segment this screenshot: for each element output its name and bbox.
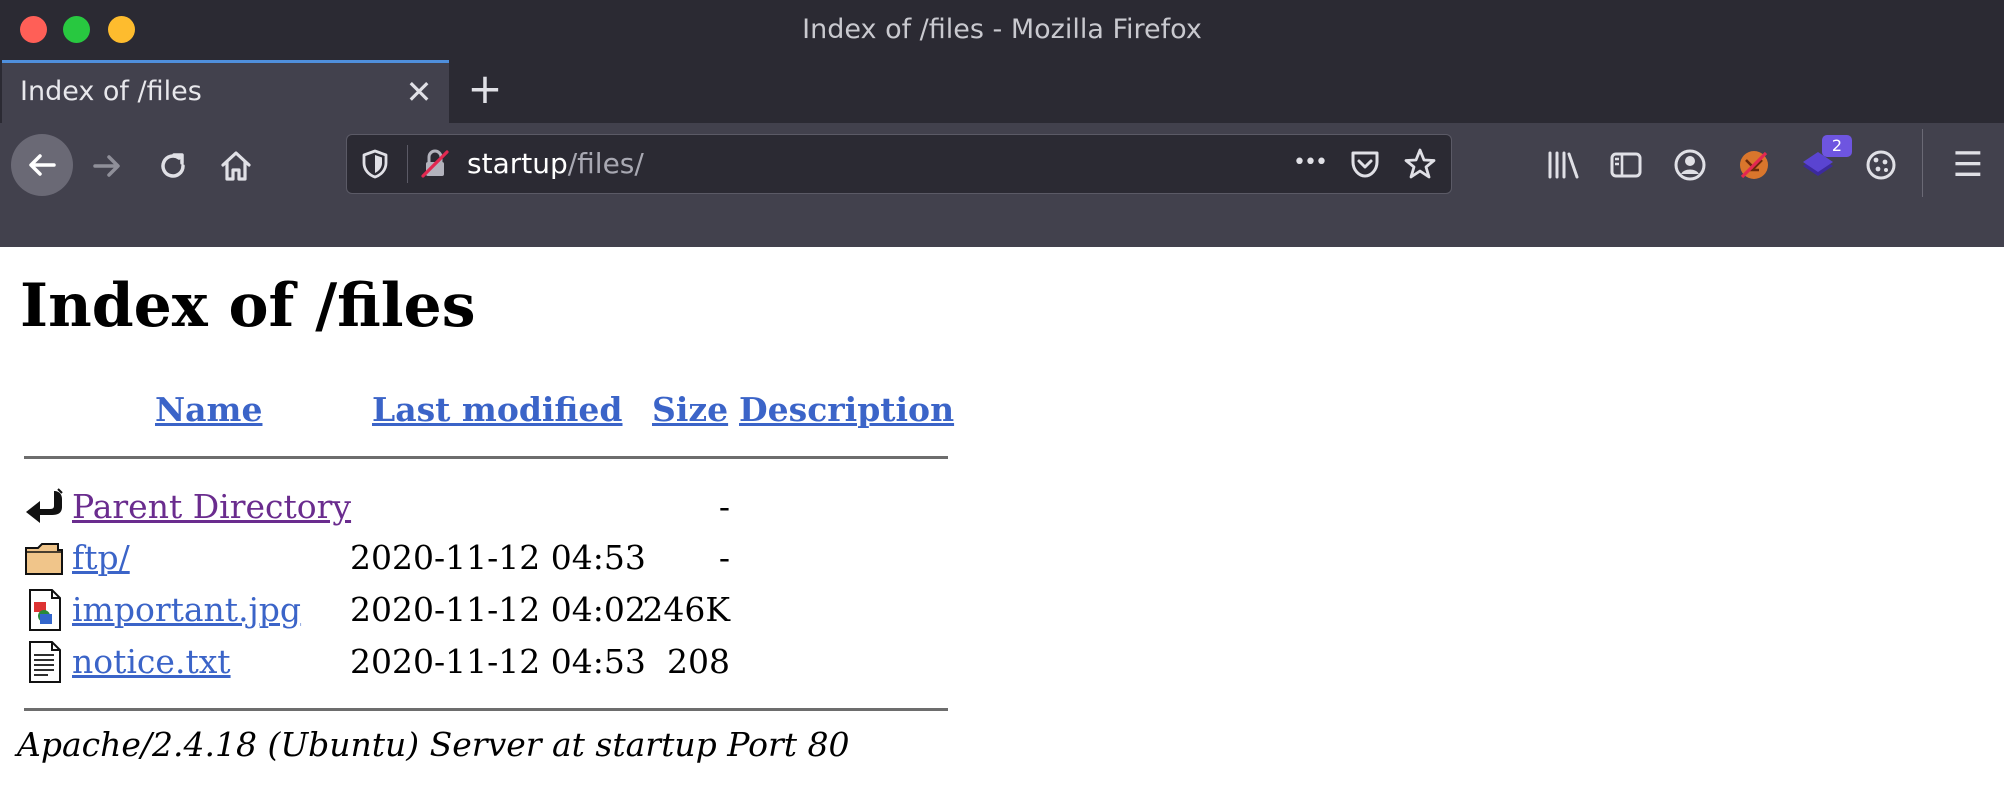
table-row: notice.txt 2020-11-12 04:53 208 [0, 638, 1000, 690]
pocket-icon[interactable] [1349, 149, 1381, 179]
url-path: /files/ [567, 147, 644, 180]
sidebar-icon[interactable] [1609, 149, 1643, 181]
footer-divider [24, 708, 948, 711]
page-title: Index of /files [20, 271, 476, 341]
url-host: startup [467, 147, 568, 180]
row-link[interactable]: notice.txt [72, 638, 231, 686]
text-file-icon [29, 641, 61, 683]
column-header-description[interactable]: Description [739, 390, 954, 430]
url-text[interactable]: startup/files/ [467, 135, 644, 193]
reload-icon[interactable] [157, 150, 189, 182]
page-actions-icon[interactable]: ••• [1293, 135, 1328, 191]
cookie-icon[interactable] [1864, 148, 1898, 182]
bookmark-star-icon[interactable] [1403, 147, 1437, 181]
column-header-name[interactable]: Name [155, 390, 262, 430]
row-size: - [718, 538, 730, 577]
back-button[interactable] [11, 134, 73, 196]
table-row: Parent Directory - [0, 483, 1000, 535]
insecure-connection-icon[interactable] [419, 148, 451, 180]
forward-icon[interactable] [91, 150, 123, 182]
table-row: ftp/ 2020-11-12 04:53 - [0, 534, 1000, 586]
column-header-size[interactable]: Size [652, 390, 728, 430]
window-titlebar: Index of /files - Mozilla Firefox [0, 0, 2004, 60]
row-size: - [718, 487, 730, 526]
row-link[interactable]: Parent Directory [72, 483, 351, 531]
tab-strip: Index of /files ✕ + [0, 60, 2004, 123]
url-bar[interactable]: startup/files/ ••• [346, 134, 1452, 194]
row-date: 2020-11-12 04:02 [350, 590, 646, 629]
extension-icon[interactable] [1737, 148, 1771, 182]
column-header-last-modified[interactable]: Last modified [372, 390, 623, 430]
server-signature: Apache/2.4.18 (Ubuntu) Server at startup… [17, 725, 850, 764]
window-title: Index of /files - Mozilla Firefox [802, 14, 1202, 45]
page-content: Index of /files Name Last modified Size … [0, 247, 2004, 796]
row-link[interactable]: ftp/ [72, 534, 130, 582]
toolbar-divider [1922, 129, 1923, 197]
extension-badge-count: 2 [1822, 135, 1852, 157]
url-divider [407, 145, 408, 183]
table-row: important.jpg 2020-11-12 04:02 246K [0, 586, 1000, 638]
tracking-protection-icon[interactable] [361, 149, 389, 179]
new-tab-button[interactable]: + [465, 68, 505, 110]
header-divider [24, 456, 948, 459]
account-icon[interactable] [1673, 148, 1707, 182]
folder-icon [25, 543, 63, 575]
menu-icon[interactable]: ☰ [1948, 143, 1988, 187]
back-icon [29, 154, 56, 176]
row-size: 246K [642, 590, 730, 629]
nav-toolbar: startup/files/ ••• 2 ☰ [0, 123, 2004, 247]
home-icon[interactable] [219, 149, 253, 183]
row-date: 2020-11-12 04:53 [350, 538, 646, 577]
row-size: 208 [667, 642, 730, 681]
row-date: 2020-11-12 04:53 [350, 642, 646, 681]
library-icon[interactable] [1546, 149, 1580, 181]
back-arrow-icon [26, 488, 63, 523]
tab-active[interactable]: Index of /files ✕ [2, 60, 449, 123]
tab-close-icon[interactable]: ✕ [402, 75, 436, 109]
image-file-icon [29, 589, 61, 631]
tab-label: Index of /files [20, 76, 202, 107]
row-link[interactable]: important.jpg [72, 586, 301, 634]
